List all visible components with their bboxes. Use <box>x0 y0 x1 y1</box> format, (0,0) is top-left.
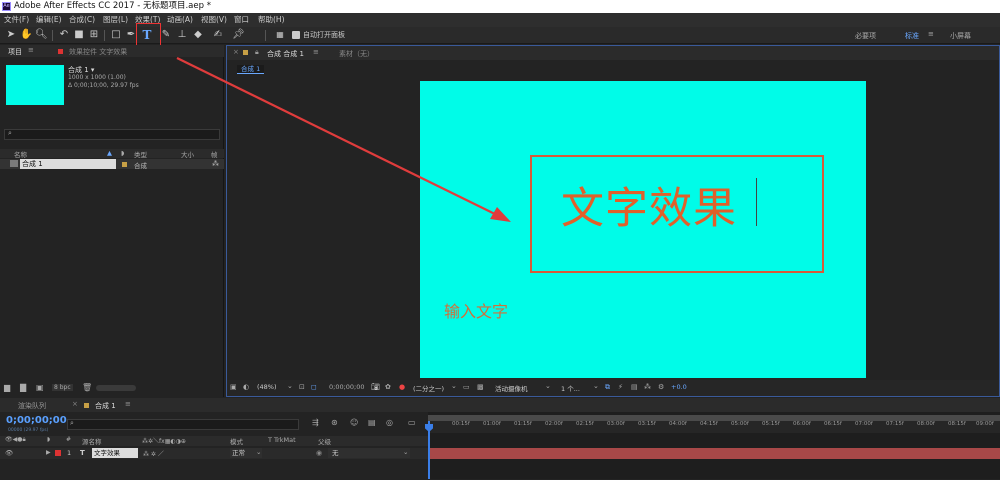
viewer-footer: ▣ ◐ (48%) ⌄ ⊡ ◻ 0;00;00;00 📷︎ ✿ ● (二分之一)… <box>227 380 999 396</box>
tick: 05:00f <box>731 421 749 427</box>
grid-icon[interactable]: ⊡ <box>299 383 305 391</box>
snapshot-icon[interactable]: 📷︎ <box>371 383 380 391</box>
pick-whip-icon[interactable]: ◉ <box>316 449 322 457</box>
tick: 06:15f <box>824 421 842 427</box>
col-trkmat[interactable]: T TrkMat <box>268 436 296 444</box>
views-dropdown-icon[interactable]: ⌄ <box>593 382 599 390</box>
draft-3d-icon[interactable]: ⊛ <box>331 418 338 427</box>
layer-column-header <box>0 436 428 446</box>
video-switch-icon[interactable]: 👁︎ <box>5 449 13 457</box>
col-mode[interactable]: 模式 <box>230 436 243 446</box>
shy-icon[interactable]: ☺ <box>350 418 358 427</box>
col-parent[interactable]: 父级 <box>318 436 331 446</box>
camera-select[interactable]: 活动摄像机 <box>495 383 528 393</box>
timeline-search-icon: ⌕ <box>70 419 74 427</box>
blend-mode-dropdown-icon[interactable]: ⌄ <box>256 448 261 456</box>
tick: 05:15f <box>762 421 780 427</box>
tick: 08:00f <box>917 421 935 427</box>
tick: 04:00f <box>669 421 687 427</box>
tick: 02:15f <box>576 421 594 427</box>
tick: 08:15f <box>948 421 966 427</box>
layer-label-color[interactable] <box>55 450 61 456</box>
tick: 09:00f <box>976 421 994 427</box>
timeline-comp-color <box>84 403 89 408</box>
timeline-fps: 00000 (29.97 fps) <box>8 428 49 433</box>
frame-blend-icon[interactable]: ▤ <box>368 418 376 427</box>
resolution-dropdown-icon[interactable]: ⌄ <box>451 382 457 390</box>
layer-num-header-icon: # <box>66 436 72 443</box>
tick: 00:15f <box>452 421 470 427</box>
motion-blur-icon[interactable]: ◎ <box>386 418 393 427</box>
av-switches-icons[interactable]: 👁︎◀︎●🔒︎ <box>5 436 26 444</box>
layer-duration-bar[interactable] <box>430 448 1000 459</box>
expand-layer-icon[interactable]: ▶ <box>46 449 51 456</box>
tab-timeline-comp[interactable]: 合成 1 <box>95 401 116 411</box>
parent-dropdown-icon[interactable]: ⌄ <box>403 448 408 456</box>
close-tab-icon[interactable]: × <box>72 400 78 408</box>
fast-previews-icon[interactable]: ⚡ <box>618 383 623 391</box>
parent-select[interactable]: 无 <box>328 448 410 458</box>
always-preview-icon[interactable]: ▣ <box>230 383 237 391</box>
tick: 01:15f <box>514 421 532 427</box>
zoom-dropdown-icon[interactable]: ⌄ <box>287 382 293 390</box>
tick: 07:00f <box>855 421 873 427</box>
label-col-header: ◗ <box>47 436 51 443</box>
resolution-select[interactable]: (二分之一) <box>413 383 444 393</box>
layer-switches-icons[interactable]: ⁂✲＼fx▦◐◑⊕ <box>142 436 186 445</box>
flowchart-icon[interactable]: ⁂ <box>644 383 651 391</box>
exposure-value[interactable]: +0.0 <box>671 383 687 391</box>
mask-visibility-icon[interactable]: ◻ <box>311 383 317 391</box>
views-select[interactable]: 1 个... <box>561 383 580 393</box>
tab-render-queue[interactable]: 渲染队列 <box>18 401 46 411</box>
tick: 02:00f <box>545 421 563 427</box>
tick: 06:00f <box>793 421 811 427</box>
region-of-interest-icon[interactable]: ▭ <box>463 383 470 391</box>
timeline-search-input[interactable] <box>67 419 299 430</box>
timeline-panel: 渲染队列 × 合成 1 ≡ 0;00;00;00 00000 (29.97 fp… <box>0 398 1000 479</box>
tick: 03:00f <box>607 421 625 427</box>
transparency-grid-icon[interactable]: ▩ <box>477 383 484 391</box>
reset-exposure-icon[interactable]: ⚙ <box>658 383 664 391</box>
timeline-tab-bar <box>0 398 1000 412</box>
timeline-timecode[interactable]: 0;00;00;00 <box>6 415 67 426</box>
graph-editor-icon[interactable]: ▭ <box>408 418 416 427</box>
text-layer-icon: T <box>80 449 85 457</box>
tick: 07:15f <box>886 421 904 427</box>
layer-name[interactable]: 文字效果 <box>92 448 138 458</box>
show-snapshot-icon[interactable]: ✿ <box>385 383 391 391</box>
tick: 01:00f <box>483 421 501 427</box>
comp-mini-flowchart-icon[interactable]: ⇶ <box>312 418 319 427</box>
current-time[interactable]: 0;00;00;00 <box>329 383 365 391</box>
composition-panel: × 🔒︎ 合成 合成 1 ≡ 素材（无） 合成 1 文字效果 输入文字 ▣ ◐ … <box>176 45 1000 397</box>
timeline-icon[interactable]: ▤ <box>631 383 638 391</box>
channel-icon[interactable]: ● <box>399 383 405 391</box>
timeline-menu-icon[interactable]: ≡ <box>125 400 131 408</box>
zoom-level-select[interactable]: (48%) <box>257 383 277 391</box>
preview-icon[interactable]: ◐ <box>243 383 249 391</box>
col-source-name[interactable]: 源名称 <box>82 436 102 446</box>
toggle-pixel-icon[interactable]: ⧉ <box>605 383 610 392</box>
camera-dropdown-icon[interactable]: ⌄ <box>545 382 551 390</box>
tick: 03:15f <box>638 421 656 427</box>
tick: 04:15f <box>700 421 718 427</box>
time-ruler[interactable]: 00:15f 01:00f 01:15f 02:00f 02:15f 03:00… <box>428 421 1000 433</box>
layer-number: 1 <box>67 449 72 457</box>
layer-switch-collapse-icon[interactable]: ⁂ ✲ ／ <box>143 449 164 458</box>
